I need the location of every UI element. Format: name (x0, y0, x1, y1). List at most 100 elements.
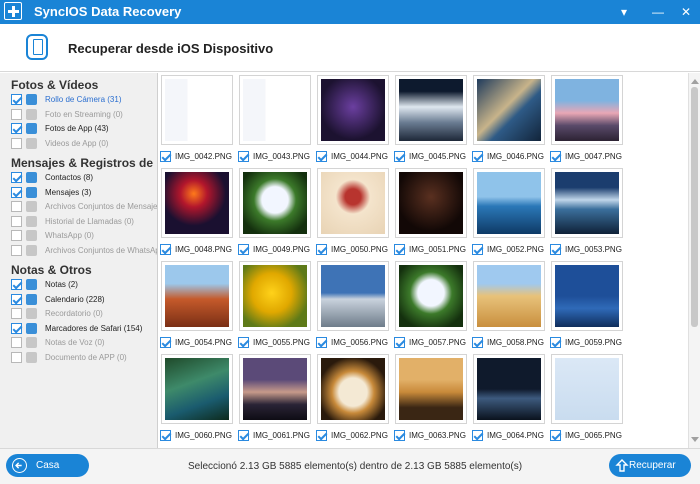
sidebar-item[interactable]: Historial de Llamadas (0) (11, 215, 157, 229)
sidebar-item[interactable]: Recordatorio (0) (11, 307, 157, 321)
photo-checkbox[interactable] (238, 151, 249, 162)
sidebar-item[interactable]: Videos de App (0) (11, 137, 157, 151)
photo-checkbox[interactable] (550, 151, 561, 162)
photo-tile[interactable]: IMG_0053.PNG (548, 168, 626, 261)
photo-tile[interactable]: IMG_0052.PNG (470, 168, 548, 261)
category-checkbox[interactable] (11, 172, 22, 183)
scrollbar-thumb[interactable] (691, 87, 698, 327)
photo-checkbox[interactable] (472, 430, 483, 441)
photo-tile[interactable]: IMG_0044.PNG (314, 75, 392, 168)
category-checkbox[interactable] (11, 245, 22, 256)
photo-tile[interactable]: IMG_0051.PNG (392, 168, 470, 261)
menu-dropdown-icon[interactable]: ▾ (616, 4, 632, 20)
sidebar-item[interactable]: Foto en Streaming (0) (11, 108, 157, 122)
photo-tile[interactable]: IMG_0058.PNG (470, 261, 548, 354)
category-checkbox[interactable] (11, 94, 22, 105)
photo-checkbox[interactable] (394, 337, 405, 348)
photo-thumbnail[interactable] (317, 261, 389, 331)
photo-checkbox[interactable] (550, 244, 561, 255)
photo-tile[interactable]: IMG_0065.PNG (548, 354, 626, 447)
sidebar-item[interactable]: Archivos Conjuntos de WhatsApp (11, 244, 157, 258)
category-checkbox[interactable] (11, 215, 22, 227)
photo-tile[interactable]: IMG_0054.PNG (158, 261, 236, 354)
photo-tile[interactable]: IMG_0045.PNG (392, 75, 470, 168)
recover-button[interactable]: Recuperar (609, 454, 691, 477)
photo-checkbox[interactable] (238, 244, 249, 255)
photo-thumbnail[interactable] (395, 168, 467, 238)
photo-tile[interactable]: IMG_0063.PNG (392, 354, 470, 447)
photo-checkbox[interactable] (316, 337, 327, 348)
category-checkbox[interactable] (11, 137, 22, 149)
photo-thumbnail[interactable] (161, 354, 233, 424)
category-checkbox[interactable] (11, 322, 22, 334)
scroll-up-icon[interactable] (691, 79, 699, 84)
sidebar-item[interactable]: Notas (2) (11, 278, 157, 292)
photo-tile[interactable]: IMG_0048.PNG (158, 168, 236, 261)
sidebar-item[interactable]: Fotos de App (43) (11, 122, 157, 136)
photo-checkbox[interactable] (316, 151, 327, 162)
photo-checkbox[interactable] (160, 430, 171, 441)
photo-thumbnail[interactable] (395, 354, 467, 424)
photo-tile[interactable]: IMG_0046.PNG (470, 75, 548, 168)
photo-tile[interactable]: IMG_0047.PNG (548, 75, 626, 168)
photo-checkbox[interactable] (238, 337, 249, 348)
category-checkbox[interactable] (11, 337, 22, 349)
photo-tile[interactable]: IMG_0064.PNG (470, 354, 548, 447)
photo-checkbox[interactable] (550, 430, 561, 441)
category-checkbox[interactable] (11, 293, 22, 305)
photo-thumbnail[interactable] (473, 354, 545, 424)
category-checkbox[interactable] (11, 352, 22, 363)
photo-thumbnail[interactable] (239, 75, 311, 145)
close-button[interactable]: ✕ (678, 4, 694, 20)
photo-thumbnail[interactable] (395, 261, 467, 331)
photo-checkbox[interactable] (316, 430, 327, 441)
photo-thumbnail[interactable] (473, 168, 545, 238)
photo-checkbox[interactable] (394, 151, 405, 162)
photo-thumbnail[interactable] (551, 261, 623, 331)
photo-thumbnail[interactable] (551, 75, 623, 145)
photo-checkbox[interactable] (550, 337, 561, 348)
photo-checkbox[interactable] (160, 244, 171, 255)
photo-tile[interactable]: IMG_0055.PNG (236, 261, 314, 354)
category-checkbox[interactable] (11, 201, 22, 213)
photo-checkbox[interactable] (394, 244, 405, 255)
sidebar-item[interactable]: Notas de Voz (0) (11, 336, 157, 350)
photo-tile[interactable]: IMG_0059.PNG (548, 261, 626, 354)
category-checkbox[interactable] (11, 308, 22, 320)
photo-tile[interactable]: IMG_0057.PNG (392, 261, 470, 354)
photo-thumbnail[interactable] (317, 168, 389, 238)
sidebar-item[interactable]: Marcadores de Safari (154) (11, 322, 157, 336)
photo-tile[interactable]: IMG_0056.PNG (314, 261, 392, 354)
photo-checkbox[interactable] (472, 151, 483, 162)
photo-tile[interactable]: IMG_0060.PNG (158, 354, 236, 447)
sidebar-item[interactable]: Calendario (228) (11, 293, 157, 307)
photo-thumbnail[interactable] (551, 354, 623, 424)
sidebar-item[interactable]: Rollo de Cámera (31) (11, 93, 157, 107)
photo-thumbnail[interactable] (239, 168, 311, 238)
photo-thumbnail[interactable] (395, 75, 467, 145)
photo-checkbox[interactable] (160, 151, 171, 162)
photo-tile[interactable]: IMG_0049.PNG (236, 168, 314, 261)
photo-tile[interactable]: IMG_0042.PNG (158, 75, 236, 168)
sidebar-item[interactable]: Contactos (8) (11, 171, 157, 185)
scroll-down-icon[interactable] (691, 437, 699, 442)
category-checkbox[interactable] (11, 186, 22, 198)
scrollbar[interactable] (688, 73, 700, 448)
photo-checkbox[interactable] (472, 337, 483, 348)
photo-thumbnail[interactable] (473, 261, 545, 331)
category-checkbox[interactable] (11, 108, 22, 120)
minimize-button[interactable]: — (650, 4, 666, 20)
photo-checkbox[interactable] (316, 244, 327, 255)
photo-thumbnail[interactable] (239, 261, 311, 331)
photo-checkbox[interactable] (238, 430, 249, 441)
photo-tile[interactable]: IMG_0062.PNG (314, 354, 392, 447)
photo-thumbnail[interactable] (161, 261, 233, 331)
category-checkbox[interactable] (11, 230, 22, 242)
photo-thumbnail[interactable] (161, 168, 233, 238)
photo-checkbox[interactable] (160, 337, 171, 348)
category-checkbox[interactable] (11, 123, 22, 135)
photo-thumbnail[interactable] (473, 75, 545, 145)
photo-tile[interactable]: IMG_0043.PNG (236, 75, 314, 168)
category-checkbox[interactable] (11, 279, 22, 290)
sidebar-item[interactable]: Mensajes (3) (11, 186, 157, 200)
